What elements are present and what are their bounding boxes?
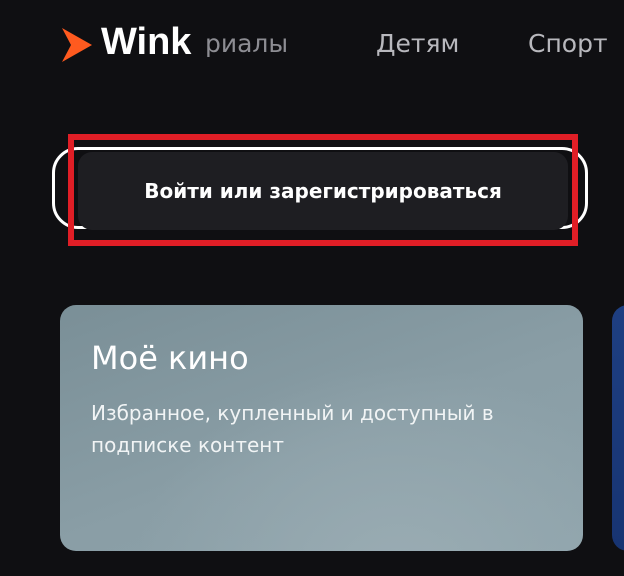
wink-logo[interactable]: Wink: [56, 21, 206, 68]
login-or-register-button[interactable]: Войти или зарегистрироваться: [78, 152, 568, 230]
login-button-label: Войти или зарегистрироваться: [144, 179, 502, 203]
card-title: Моё кино: [91, 339, 249, 377]
top-navigation: риалы Детям Спорт Wink: [0, 0, 624, 90]
nav-item-sport[interactable]: Спорт: [528, 29, 608, 58]
my-movies-card[interactable]: Моё кино Избранное, купленный и доступны…: [60, 305, 583, 551]
next-card-partial[interactable]: [612, 305, 624, 551]
wink-logo-icon: [62, 28, 92, 62]
logo-text: Wink: [101, 21, 192, 63]
card-description: Избранное, купленный и доступный в подпи…: [91, 401, 494, 457]
nav-item-kids[interactable]: Детям: [376, 29, 459, 58]
nav-item-series-partial[interactable]: риалы: [205, 29, 288, 58]
